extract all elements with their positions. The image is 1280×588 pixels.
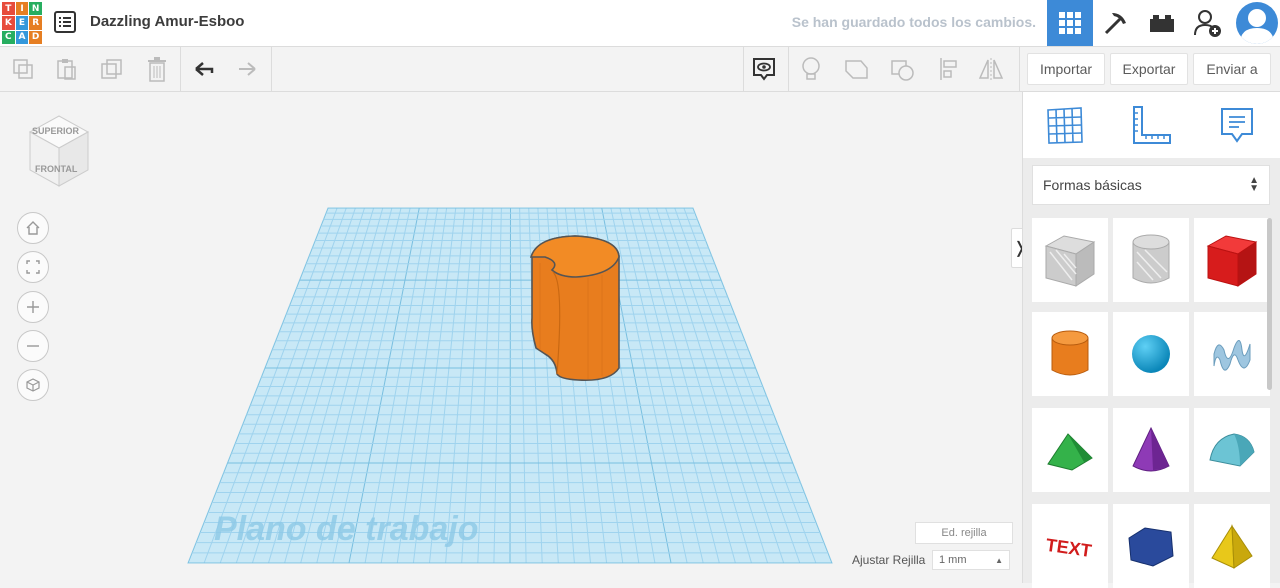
invite-user-button[interactable] bbox=[1185, 0, 1231, 46]
dropdown-arrow-icon: ▲ bbox=[995, 555, 1003, 565]
logo-letter: E bbox=[15, 16, 29, 30]
cone-icon bbox=[1132, 426, 1170, 472]
workplane-grid[interactable] bbox=[0, 92, 1021, 583]
shape-pyramid[interactable] bbox=[1194, 504, 1270, 588]
logo-letter: T bbox=[2, 2, 15, 16]
sphere-icon bbox=[1132, 335, 1170, 373]
box-icon bbox=[1206, 235, 1258, 287]
add-user-icon bbox=[1194, 10, 1221, 37]
snap-grid-select[interactable]: 1 mm ▲ bbox=[932, 550, 1010, 570]
edit-toolbar: Importar Exportar Enviar a bbox=[0, 47, 1280, 92]
workplane-tool-button[interactable] bbox=[1043, 104, 1087, 148]
save-status: Se han guardado todos los cambios. bbox=[791, 14, 1036, 30]
shape-round-roof[interactable] bbox=[1194, 408, 1270, 492]
bricks-button[interactable] bbox=[1139, 0, 1185, 46]
shape-hole-box[interactable] bbox=[1032, 218, 1108, 302]
grid-icon bbox=[1059, 12, 1081, 34]
hole-cylinder-icon bbox=[1132, 234, 1170, 284]
edit-grid-button[interactable]: Ed. rejilla bbox=[915, 522, 1013, 544]
logo-letter: N bbox=[29, 2, 42, 16]
roof-icon bbox=[1047, 433, 1093, 471]
shapes-panel: Formas básicas ▲ ▼ TEXT bbox=[1022, 92, 1280, 588]
mirror-icon[interactable] bbox=[977, 55, 1005, 83]
logo-letter: R bbox=[29, 16, 42, 30]
logo-letter: I bbox=[15, 2, 29, 16]
group-icon[interactable] bbox=[843, 55, 871, 83]
select-arrows-icon: ▲ ▼ bbox=[1249, 175, 1259, 194]
shape-roof[interactable] bbox=[1032, 408, 1108, 492]
logo-letter: C bbox=[2, 30, 15, 44]
tinkercad-logo[interactable]: T I N K E R C A D bbox=[2, 2, 42, 44]
menu-icon[interactable] bbox=[54, 11, 76, 33]
snap-grid-label: Ajustar Rejilla bbox=[852, 553, 926, 567]
minecraft-button[interactable] bbox=[1093, 0, 1139, 46]
shape-library-select[interactable]: Formas básicas ▲ ▼ bbox=[1032, 165, 1270, 205]
3d-viewport[interactable]: SUPERIOR FRONTAL Plano de trabajo Ed. re… bbox=[0, 92, 1021, 583]
logo-letter: D bbox=[29, 30, 42, 44]
hole-box-icon bbox=[1044, 235, 1096, 287]
cylinder-icon bbox=[1051, 330, 1089, 376]
text-shape-label: TEXT bbox=[1045, 535, 1093, 561]
scribble-icon bbox=[1213, 340, 1251, 371]
pickaxe-icon bbox=[1104, 13, 1126, 35]
shape-polygon[interactable] bbox=[1113, 504, 1189, 588]
shape-scribble[interactable] bbox=[1194, 312, 1270, 396]
delete-icon[interactable] bbox=[143, 55, 171, 83]
ruler-tool-button[interactable] bbox=[1129, 104, 1173, 148]
import-button[interactable]: Importar bbox=[1027, 53, 1105, 85]
avatar[interactable] bbox=[1236, 2, 1278, 44]
paste-icon[interactable] bbox=[52, 55, 80, 83]
send-to-button[interactable]: Enviar a bbox=[1193, 53, 1271, 85]
notes-visibility-icon[interactable] bbox=[750, 55, 778, 83]
shapes-scrollbar[interactable] bbox=[1267, 218, 1272, 390]
lightbulb-icon[interactable] bbox=[797, 55, 825, 83]
shape-cone[interactable] bbox=[1113, 408, 1189, 492]
pyramid-icon bbox=[1211, 524, 1253, 569]
panel-tabs bbox=[1023, 92, 1280, 158]
ungroup-icon[interactable] bbox=[889, 55, 917, 83]
shape-cylinder[interactable] bbox=[1032, 312, 1108, 396]
grid-view-button[interactable] bbox=[1047, 0, 1093, 46]
shape-sphere[interactable] bbox=[1113, 312, 1189, 396]
top-bar: T I N K E R C A D Dazzling Amur-Esboo Se… bbox=[0, 0, 1280, 47]
round-roof-icon bbox=[1209, 433, 1255, 467]
shape-hole-cylinder[interactable] bbox=[1113, 218, 1189, 302]
notes-tool-button[interactable] bbox=[1215, 104, 1259, 148]
logo-letter: A bbox=[15, 30, 29, 44]
copy-icon[interactable] bbox=[9, 55, 37, 83]
ruler-icon bbox=[1133, 106, 1171, 144]
design-title[interactable]: Dazzling Amur-Esboo bbox=[90, 13, 244, 30]
logo-letter: K bbox=[2, 16, 15, 30]
snap-grid-value: 1 mm bbox=[939, 554, 967, 566]
align-icon[interactable] bbox=[935, 55, 963, 83]
workplane-label: Plano de trabajo bbox=[214, 510, 479, 548]
shape-box[interactable] bbox=[1194, 218, 1270, 302]
export-button[interactable]: Exportar bbox=[1110, 53, 1188, 85]
shape-text[interactable]: TEXT bbox=[1032, 504, 1108, 588]
polygon-icon bbox=[1128, 527, 1174, 567]
undo-icon[interactable] bbox=[190, 55, 218, 83]
text-shape-icon: TEXT bbox=[1045, 535, 1093, 561]
workplane-icon bbox=[1047, 107, 1083, 144]
note-icon bbox=[1221, 108, 1253, 143]
shape-library-value: Formas básicas bbox=[1043, 177, 1142, 193]
redo-icon[interactable] bbox=[233, 55, 261, 83]
brick-icon bbox=[1150, 15, 1174, 32]
duplicate-icon[interactable] bbox=[98, 55, 126, 83]
